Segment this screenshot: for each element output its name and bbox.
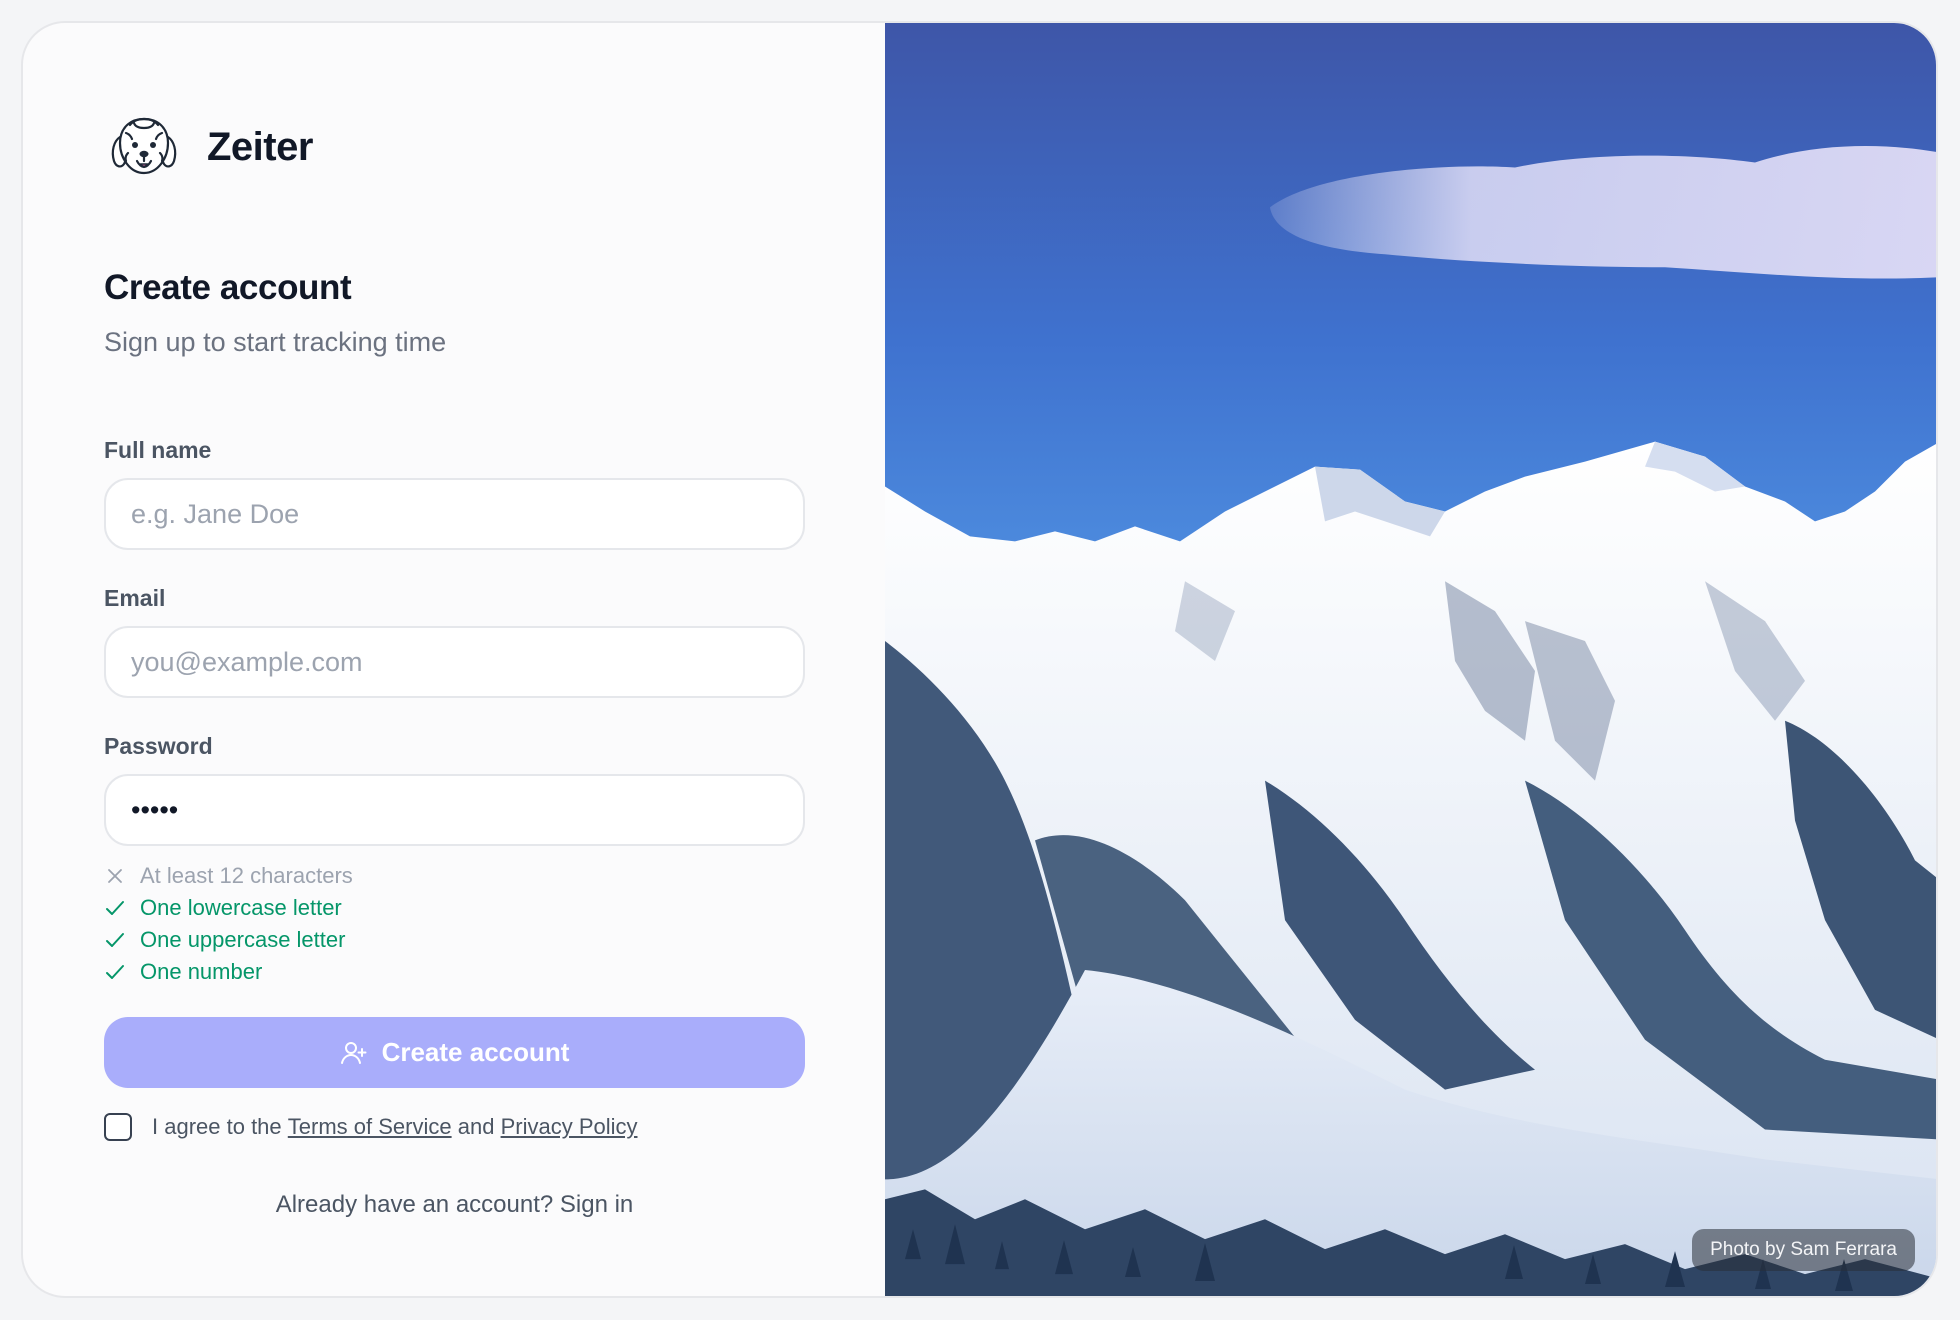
password-rule-lowercase: One lowercase letter <box>104 892 353 924</box>
dog-face-icon <box>111 117 177 175</box>
password-input[interactable] <box>104 774 805 846</box>
password-rule-number: One number <box>104 956 353 988</box>
password-rule-text: One number <box>140 959 263 984</box>
email-input[interactable] <box>104 626 805 698</box>
user-plus-icon <box>340 1041 367 1064</box>
check-icon <box>106 933 124 947</box>
full-name-input[interactable] <box>104 478 805 550</box>
page-title: Create account <box>104 268 352 307</box>
password-rule-text: One uppercase letter <box>140 927 346 952</box>
brand-name: Zeiter <box>207 124 313 169</box>
terms-checkbox[interactable] <box>104 1113 132 1141</box>
full-name-label: Full name <box>104 437 212 463</box>
agreement-conjunction: and <box>457 1114 495 1139</box>
email-label: Email <box>104 585 166 611</box>
agreement-prefix: I agree to the <box>152 1114 282 1139</box>
signup-panel: Zeiter Create account Sign up to start t… <box>23 23 885 1296</box>
password-label: Password <box>104 733 213 759</box>
password-rule-text: One lowercase letter <box>140 895 342 920</box>
check-icon <box>106 901 124 915</box>
sign-in-link[interactable]: Already have an account? Sign in <box>104 1191 805 1219</box>
check-icon <box>106 965 124 979</box>
terms-agreement: I agree to the Terms of Service and Priv… <box>104 1113 638 1141</box>
signup-card: Zeiter Create account Sign up to start t… <box>21 21 1938 1298</box>
mountain-photo <box>885 23 1936 1296</box>
password-rule-length: At least 12 characters <box>104 860 353 892</box>
privacy-policy-link[interactable]: Privacy Policy <box>501 1114 638 1140</box>
page-subtitle: Sign up to start tracking time <box>104 327 447 357</box>
hero-photo-panel: Photo by Sam Ferrara <box>885 23 1936 1296</box>
x-icon <box>108 869 122 883</box>
brand: Zeiter <box>106 109 313 185</box>
password-rule-text: At least 12 characters <box>140 863 353 888</box>
photo-credit: Photo by Sam Ferrara <box>1692 1229 1915 1271</box>
terms-of-service-link[interactable]: Terms of Service <box>288 1114 452 1140</box>
password-rule-uppercase: One uppercase letter <box>104 924 353 956</box>
create-account-label: Create account <box>381 1037 570 1067</box>
password-requirements: At least 12 characters One lowercase let… <box>104 860 353 988</box>
create-account-button[interactable]: Create account <box>104 1017 805 1088</box>
